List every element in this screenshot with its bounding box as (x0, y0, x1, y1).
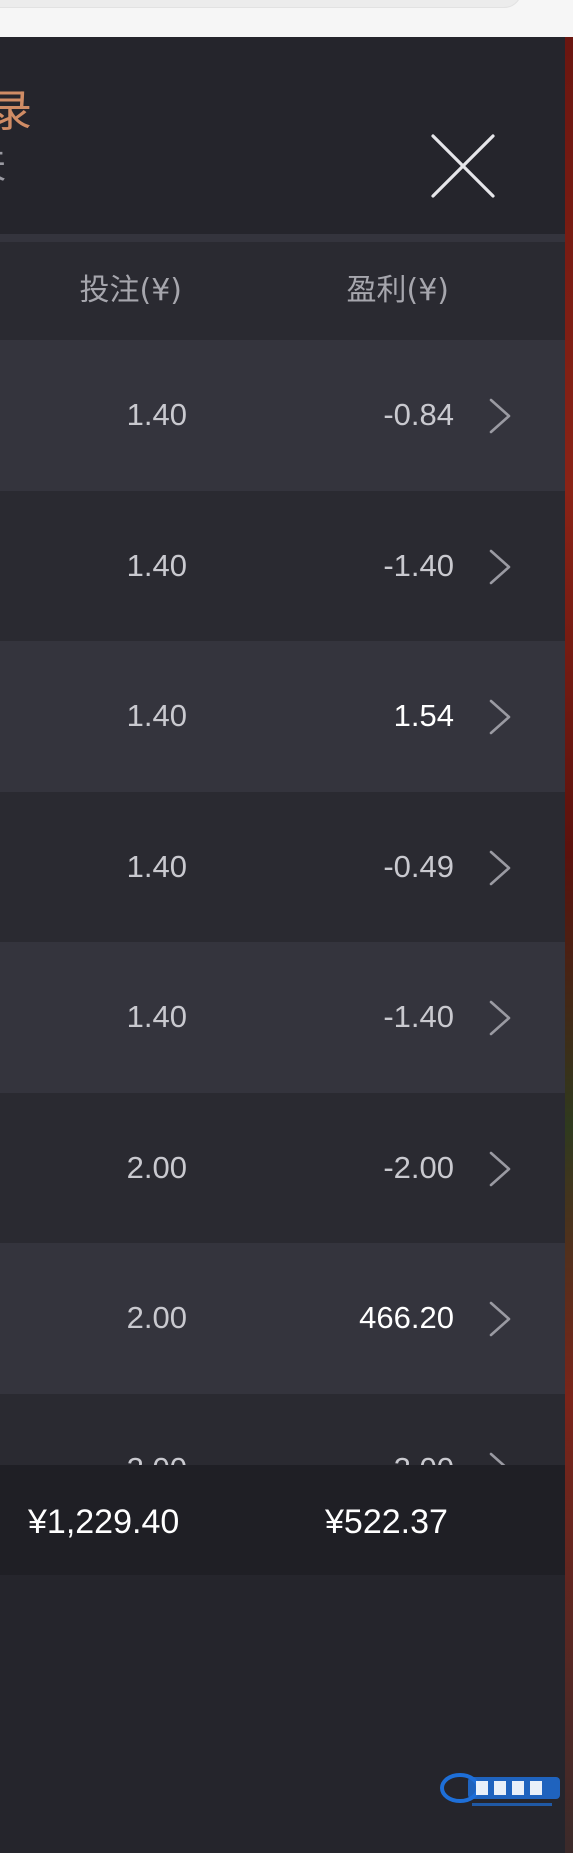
column-profit-label: 盈利(¥) (346, 273, 450, 308)
close-icon[interactable] (430, 133, 496, 199)
table-row[interactable]: 1.40 -1.40 (0, 490, 565, 641)
top-bar (0, 0, 573, 37)
bet-amount: 1.40 (126, 698, 187, 733)
profit-amount: -0.49 (383, 848, 454, 884)
panel-header: 记录 天 (0, 37, 565, 235)
column-bet-label: 投注(¥) (79, 273, 183, 308)
community-watermark-logo (438, 1763, 564, 1813)
table-row[interactable]: 1.40 -0.84 (0, 340, 565, 491)
table-row[interactable]: 1.40 -0.49 (0, 791, 565, 942)
chevron-right-icon[interactable] (488, 1000, 512, 1036)
table-row[interactable]: 1.40 1.54 (0, 641, 565, 792)
total-profit-amount: ¥522.37 (325, 1503, 448, 1541)
bet-amount: 2.00 (126, 1149, 187, 1185)
profit-amount: 466.20 (359, 1300, 454, 1335)
bet-amount: 1.40 (126, 397, 187, 432)
chevron-right-icon[interactable] (488, 549, 512, 585)
total-bet-amount: ¥1,229.40 (28, 1503, 180, 1541)
table-row[interactable]: 2.00 466.20 (0, 1243, 565, 1394)
search-bar[interactable] (0, 0, 522, 8)
bet-amount: 1.40 (126, 848, 187, 884)
header-divider (0, 234, 565, 242)
column-header: 投注(¥) 盈利(¥) (0, 242, 565, 340)
bet-record-list: 1.40 -0.84 1.40 -1.40 1.40 1.54 1.40 -0.… (0, 340, 565, 1544)
panel-title: 记录 (0, 86, 32, 137)
chevron-right-icon[interactable] (488, 1151, 512, 1187)
close-button[interactable] (430, 133, 496, 199)
background-game-art (565, 37, 573, 1853)
profit-amount: -0.84 (383, 397, 454, 432)
bet-amount: 1.40 (126, 547, 187, 583)
chevron-right-icon[interactable] (488, 699, 512, 735)
table-row[interactable]: 1.40 -1.40 (0, 942, 565, 1093)
page: 记录 天 投注(¥) 盈利(¥) 1.40 -0.84 1.40 -1.40 (0, 0, 573, 1853)
profit-amount: 1.54 (393, 698, 454, 733)
profit-amount: -1.40 (383, 547, 454, 583)
totals-footer: ¥1,229.40 ¥522.37 (0, 1465, 565, 1575)
bet-amount: 2.00 (126, 1300, 187, 1335)
profit-amount: -2.00 (383, 1149, 454, 1185)
profit-amount: -1.40 (383, 999, 454, 1034)
bet-history-panel: 记录 天 投注(¥) 盈利(¥) 1.40 -0.84 1.40 -1.40 (0, 37, 565, 1853)
table-row[interactable]: 2.00 -2.00 (0, 1092, 565, 1243)
panel-subtitle: 天 (0, 147, 6, 187)
chevron-right-icon[interactable] (488, 850, 512, 886)
chevron-right-icon[interactable] (488, 1301, 512, 1337)
chevron-right-icon[interactable] (488, 398, 512, 434)
bet-amount: 1.40 (126, 999, 187, 1034)
